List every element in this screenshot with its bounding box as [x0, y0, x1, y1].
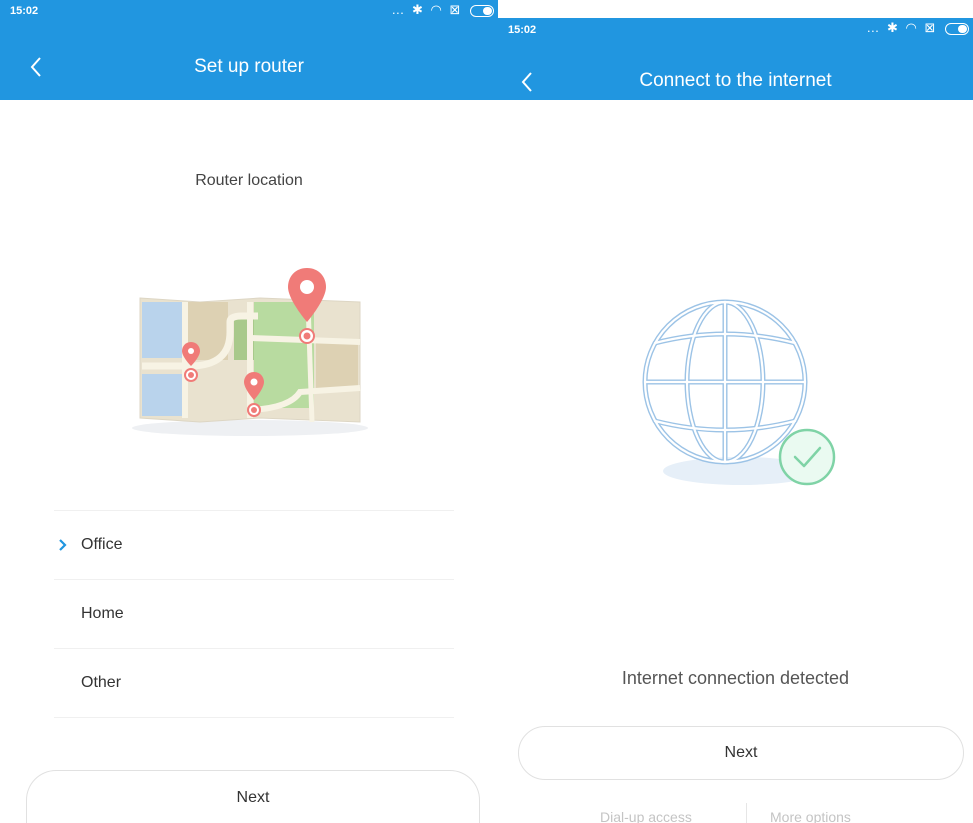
location-label: Office	[81, 536, 123, 553]
page-title: Set up router	[194, 56, 304, 77]
connect-internet-screen: 15:02 … ✱ ◠ ⊠ Connect to the internet In…	[498, 18, 973, 823]
divider	[746, 803, 747, 823]
wifi-icon: ◠	[905, 20, 919, 35]
bluetooth-icon: ✱	[886, 20, 900, 35]
wifi-icon: ◠	[430, 2, 444, 17]
more-options-link[interactable]: More options	[770, 809, 851, 823]
page-title: Connect to the internet	[639, 70, 832, 91]
dialup-access-link[interactable]: Dial-up access	[600, 809, 692, 823]
location-list: Office Home Other	[54, 510, 454, 718]
map-illustration	[132, 268, 368, 436]
location-option-home[interactable]: Home	[54, 580, 454, 649]
sim-icon: ⊠	[924, 20, 938, 35]
globe-icon	[642, 299, 836, 486]
app-bar: 15:02 … ✱ ◠ ⊠ Set up router	[0, 0, 498, 100]
location-option-office[interactable]: Office	[54, 511, 454, 580]
location-label: Home	[81, 605, 124, 622]
chevron-right-icon	[59, 539, 67, 551]
more-dots-icon: …	[391, 2, 407, 17]
check-circle-icon	[778, 428, 836, 486]
section-title: Router location	[195, 172, 303, 189]
location-label: Other	[81, 674, 122, 691]
more-dots-icon: …	[866, 20, 882, 35]
app-bar: 15:02 … ✱ ◠ ⊠ Connect to the internet	[498, 18, 973, 100]
status-time: 15:02	[10, 5, 39, 17]
status-time: 15:02	[508, 24, 537, 36]
connection-status-message: Internet connection detected	[621, 668, 850, 688]
next-button[interactable]: Next	[26, 770, 480, 823]
bluetooth-icon: ✱	[411, 2, 425, 17]
battery-icon	[945, 22, 969, 35]
bottom-links: Dial-up access More options	[498, 793, 973, 823]
status-icons: … ✱ ◠ ⊠	[391, 2, 494, 18]
location-option-other[interactable]: Other	[54, 649, 454, 718]
router-location-screen: 15:02 … ✱ ◠ ⊠ Set up router Router locat…	[0, 0, 498, 823]
next-button[interactable]: Next	[518, 726, 964, 780]
sim-icon: ⊠	[449, 2, 463, 17]
status-icons: … ✱ ◠ ⊠	[866, 20, 969, 36]
battery-icon	[470, 4, 494, 17]
